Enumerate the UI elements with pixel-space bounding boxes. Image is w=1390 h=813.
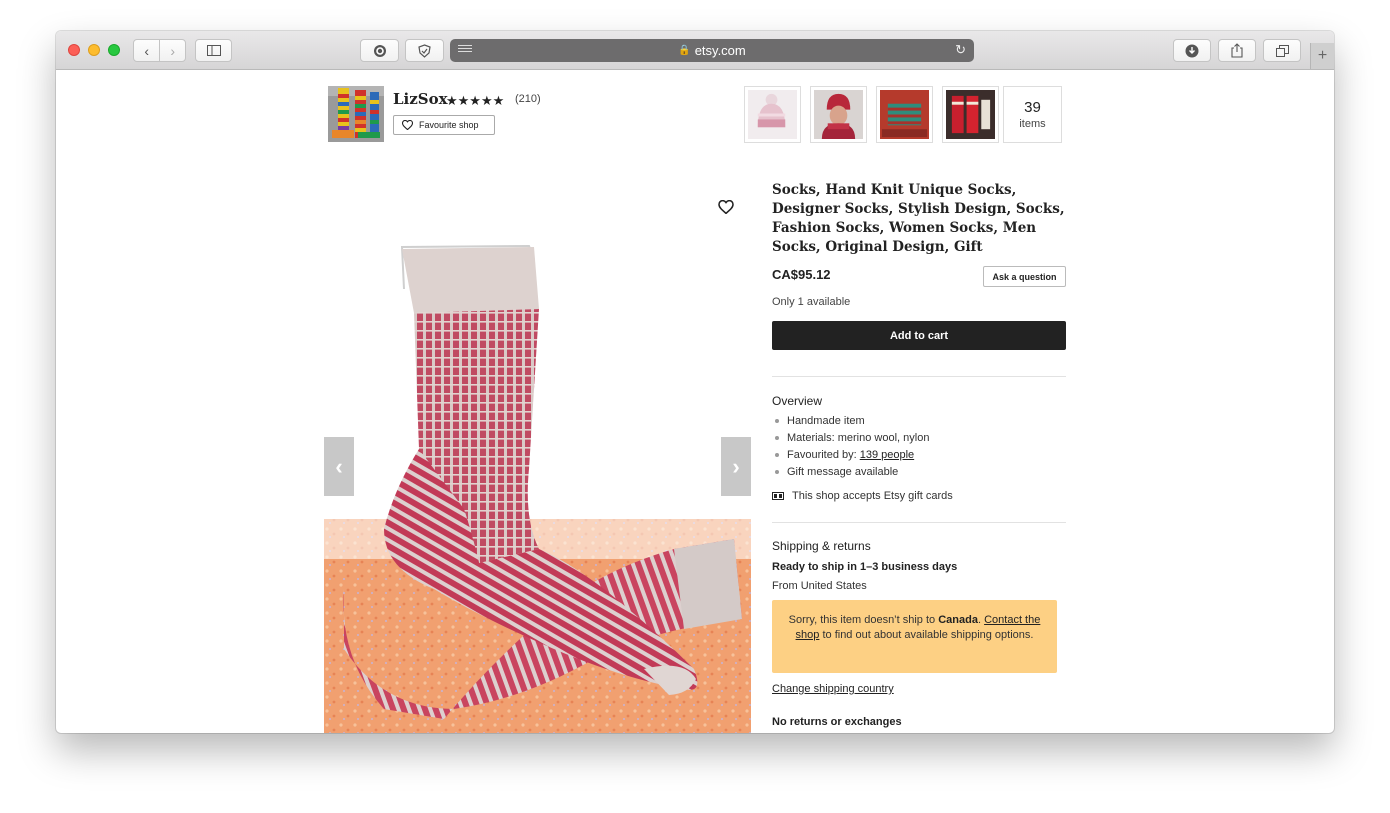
ships-from-text: From United States bbox=[772, 580, 867, 592]
items-label: items bbox=[1019, 118, 1046, 130]
shop-item-thumbnail[interactable] bbox=[744, 86, 801, 143]
heart-icon bbox=[402, 120, 413, 130]
shop-item-thumbnail[interactable] bbox=[942, 86, 999, 143]
heart-icon bbox=[718, 199, 734, 215]
close-window-button[interactable] bbox=[68, 44, 80, 56]
privacy-extension-button[interactable] bbox=[405, 39, 444, 62]
ask-question-button[interactable]: Ask a question bbox=[983, 266, 1066, 287]
divider bbox=[772, 522, 1066, 523]
availability-text: Only 1 available bbox=[772, 296, 851, 308]
browser-toolbar: ‹ › 🔒 etsy.com ↻ + bbox=[56, 31, 1334, 70]
grammarly-extension-button[interactable] bbox=[360, 39, 399, 62]
listing-price: CA$95.12 bbox=[772, 267, 831, 282]
list-item-text: Materials: merino wool, nylon bbox=[787, 431, 930, 444]
gift-cards-note: This shop accepts Etsy gift cards bbox=[772, 490, 953, 502]
overview-heading: Overview bbox=[772, 394, 823, 408]
listing-title: Socks, Hand Knit Unique Socks, Designer … bbox=[772, 182, 1065, 255]
list-item-text: Gift message available bbox=[787, 465, 899, 478]
shop-item-thumbnails bbox=[744, 86, 999, 143]
chevron-right-icon: › bbox=[732, 453, 740, 479]
list-item: Materials: merino wool, nylon bbox=[772, 429, 929, 446]
socks-photo bbox=[324, 189, 751, 733]
browser-window: ‹ › 🔒 etsy.com ↻ + LizSox ★★★★★ (210) Fa… bbox=[56, 31, 1334, 733]
listing-main-image[interactable] bbox=[324, 189, 751, 733]
new-tab-button[interactable]: + bbox=[1310, 43, 1334, 69]
list-item-text: Favourited by: bbox=[787, 448, 857, 461]
favourite-item-button[interactable] bbox=[718, 199, 734, 219]
divider bbox=[772, 376, 1066, 377]
notice-text: Sorry, this item doesn’t ship to bbox=[788, 614, 939, 626]
back-button[interactable]: ‹ bbox=[134, 40, 159, 61]
tabs-icon bbox=[1275, 44, 1289, 57]
previous-image-button[interactable]: ‹ bbox=[324, 437, 354, 496]
url-text: etsy.com bbox=[694, 43, 746, 58]
reload-icon[interactable]: ↻ bbox=[955, 42, 966, 58]
shield-icon bbox=[418, 43, 431, 58]
favourited-by-link[interactable]: 139 people bbox=[860, 449, 914, 461]
ready-to-ship-text: Ready to ship in 1–3 business days bbox=[772, 561, 958, 573]
share-button[interactable] bbox=[1218, 39, 1256, 62]
favourite-shop-label: Favourite shop bbox=[419, 120, 479, 130]
list-item-text: Handmade item bbox=[787, 414, 865, 427]
items-count: 39 bbox=[1024, 99, 1041, 116]
list-item: Handmade item bbox=[772, 412, 929, 429]
shop-items-count[interactable]: 39 items bbox=[1003, 86, 1062, 143]
shop-avatar[interactable] bbox=[328, 86, 384, 142]
returns-policy-text: No returns or exchanges bbox=[772, 716, 902, 728]
share-icon bbox=[1231, 43, 1243, 58]
list-item: Favourited by: 139 people bbox=[772, 446, 929, 463]
sidebar-icon bbox=[206, 45, 221, 56]
favourite-shop-button[interactable]: Favourite shop bbox=[393, 115, 495, 135]
shop-item-thumbnail[interactable] bbox=[876, 86, 933, 143]
address-bar[interactable]: 🔒 etsy.com ↻ bbox=[450, 39, 974, 62]
shop-name[interactable]: LizSox bbox=[393, 90, 448, 108]
add-to-cart-button[interactable]: Add to cart bbox=[772, 321, 1066, 350]
knit-hat-image bbox=[748, 90, 797, 139]
gift-card-icon bbox=[772, 492, 784, 500]
chevron-left-icon: ‹ bbox=[335, 453, 343, 479]
minimize-window-button[interactable] bbox=[88, 44, 100, 56]
sidebar-toggle-button[interactable] bbox=[195, 39, 232, 62]
red-hat-model-image bbox=[814, 90, 863, 139]
notice-text: to find out about available shipping opt… bbox=[819, 629, 1034, 641]
shop-avatar-image bbox=[328, 86, 384, 142]
reader-icon[interactable] bbox=[458, 45, 472, 55]
striped-mitt-image bbox=[880, 90, 929, 139]
downloads-button[interactable] bbox=[1173, 39, 1211, 62]
overview-list: Handmade item Materials: merino wool, ny… bbox=[772, 412, 929, 480]
shipping-heading: Shipping & returns bbox=[772, 539, 871, 553]
list-item: Gift message available bbox=[772, 463, 929, 480]
notice-country: Canada bbox=[938, 614, 978, 626]
shipping-notice: Sorry, this item doesn’t ship to Canada.… bbox=[772, 600, 1057, 673]
change-shipping-country-link[interactable]: Change shipping country bbox=[772, 683, 894, 695]
review-count[interactable]: (210) bbox=[515, 93, 541, 105]
next-image-button[interactable]: › bbox=[721, 437, 751, 496]
lock-icon: 🔒 bbox=[678, 45, 691, 56]
tab-overview-button[interactable] bbox=[1263, 39, 1301, 62]
shop-item-thumbnail[interactable] bbox=[810, 86, 867, 143]
download-icon bbox=[1185, 44, 1199, 57]
zoom-window-button[interactable] bbox=[108, 44, 120, 56]
red-socks-image bbox=[946, 90, 995, 139]
forward-button[interactable]: › bbox=[159, 40, 185, 61]
nav-buttons: ‹ › bbox=[133, 39, 186, 62]
grammarly-icon bbox=[373, 44, 386, 57]
rating-stars: ★★★★★ bbox=[446, 93, 505, 108]
gift-cards-text: This shop accepts Etsy gift cards bbox=[792, 490, 953, 502]
